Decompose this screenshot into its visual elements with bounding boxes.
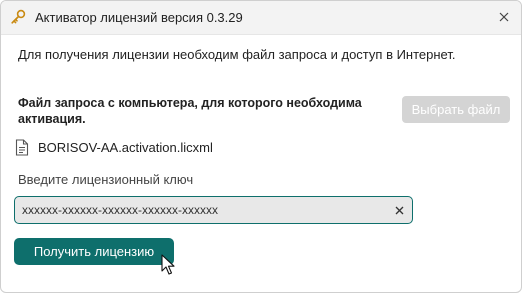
get-license-button[interactable]: Получить лицензию — [14, 238, 174, 265]
request-file-label: Файл запроса с компьютера, для которого … — [18, 96, 362, 126]
request-file-row: BORISOV-AA.activation.licxml — [15, 137, 213, 157]
license-key-input[interactable] — [22, 197, 382, 223]
request-file-name: BORISOV-AA.activation.licxml — [38, 139, 213, 155]
clear-key-button[interactable] — [392, 203, 406, 217]
close-button[interactable] — [493, 6, 515, 28]
license-activator-window: Активатор лицензий версия 0.3.29 Для пол… — [0, 0, 522, 293]
key-icon — [10, 9, 26, 25]
license-key-label: Введите лицензионный ключ — [18, 172, 194, 187]
close-icon — [499, 12, 509, 22]
intro-text: Для получения лицензии необходим файл за… — [18, 47, 456, 62]
clear-icon — [395, 206, 403, 214]
window-title: Активатор лицензий версия 0.3.29 — [35, 10, 243, 25]
document-icon — [15, 138, 29, 156]
select-file-button[interactable]: Выбрать файл — [402, 96, 510, 123]
license-key-field — [14, 196, 413, 224]
title-bar: Активатор лицензий версия 0.3.29 — [1, 1, 521, 35]
